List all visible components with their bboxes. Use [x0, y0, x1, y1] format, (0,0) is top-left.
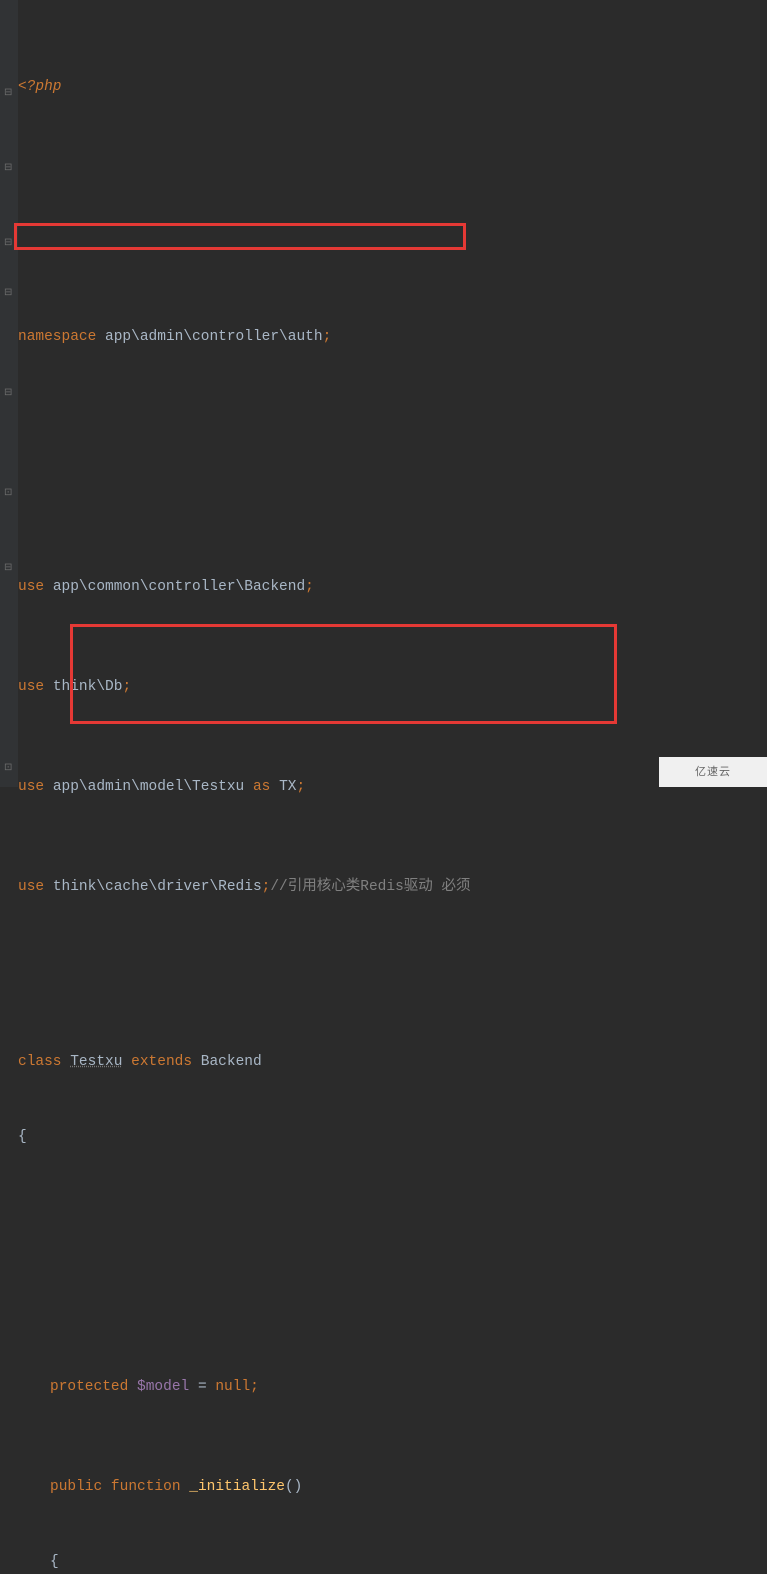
protected-kw: protected	[50, 1375, 128, 1400]
semicolon: ;	[122, 675, 131, 700]
use-path-1: app\common\controller\Backend	[53, 575, 305, 600]
brace-open: {	[18, 1125, 27, 1150]
semicolon: ;	[305, 575, 314, 600]
fold-icon[interactable]: ⊡	[4, 756, 14, 766]
public-kw: public	[50, 1475, 102, 1500]
use-kw: use	[18, 875, 44, 900]
use-kw: use	[18, 775, 44, 800]
semicolon: ;	[262, 875, 271, 900]
fold-icon[interactable]: ⊡	[4, 481, 14, 491]
equals: =	[189, 1375, 215, 1400]
brace-open: {	[50, 1550, 59, 1574]
parent-class: Backend	[201, 1050, 262, 1075]
use-kw: use	[18, 675, 44, 700]
class-name: Testxu	[70, 1050, 122, 1075]
code-editor[interactable]: <?php namespace app\admin\controller\aut…	[18, 0, 767, 1574]
use-path-4: think\cache\driver\Redis	[53, 875, 262, 900]
gutter: ⊟ ⊟ ⊟ ⊟ ⊟ ⊡ ⊟ ⊡	[0, 0, 18, 787]
class-kw: class	[18, 1050, 62, 1075]
fold-icon[interactable]: ⊟	[4, 156, 14, 166]
null-kw: null	[215, 1375, 250, 1400]
extends-kw: extends	[131, 1050, 192, 1075]
model-var: $model	[137, 1375, 189, 1400]
fold-icon[interactable]: ⊟	[4, 556, 14, 566]
fold-icon[interactable]: ⊟	[4, 281, 14, 291]
fold-icon[interactable]: ⊟	[4, 81, 14, 91]
semicolon: ;	[323, 325, 332, 350]
use-kw: use	[18, 575, 44, 600]
fold-icon[interactable]: ⊟	[4, 231, 14, 241]
watermark: 亿速云	[659, 757, 767, 787]
namespace-kw: namespace	[18, 325, 96, 350]
parens: ()	[285, 1475, 302, 1500]
namespace-path: app\admin\controller\auth	[105, 325, 323, 350]
semicolon: ;	[250, 1375, 259, 1400]
use-alias: TX	[279, 775, 296, 800]
initialize-fn: _initialize	[189, 1475, 285, 1500]
function-kw: function	[111, 1475, 181, 1500]
use-comment: //引用核心类Redis驱动 必须	[270, 875, 470, 900]
semicolon: ;	[296, 775, 305, 800]
use-path-2: think\Db	[53, 675, 123, 700]
use-path-3: app\admin\model\Testxu	[53, 775, 244, 800]
php-open-tag: <?php	[18, 75, 62, 100]
fold-icon[interactable]: ⊟	[4, 381, 14, 391]
as-kw: as	[253, 775, 270, 800]
